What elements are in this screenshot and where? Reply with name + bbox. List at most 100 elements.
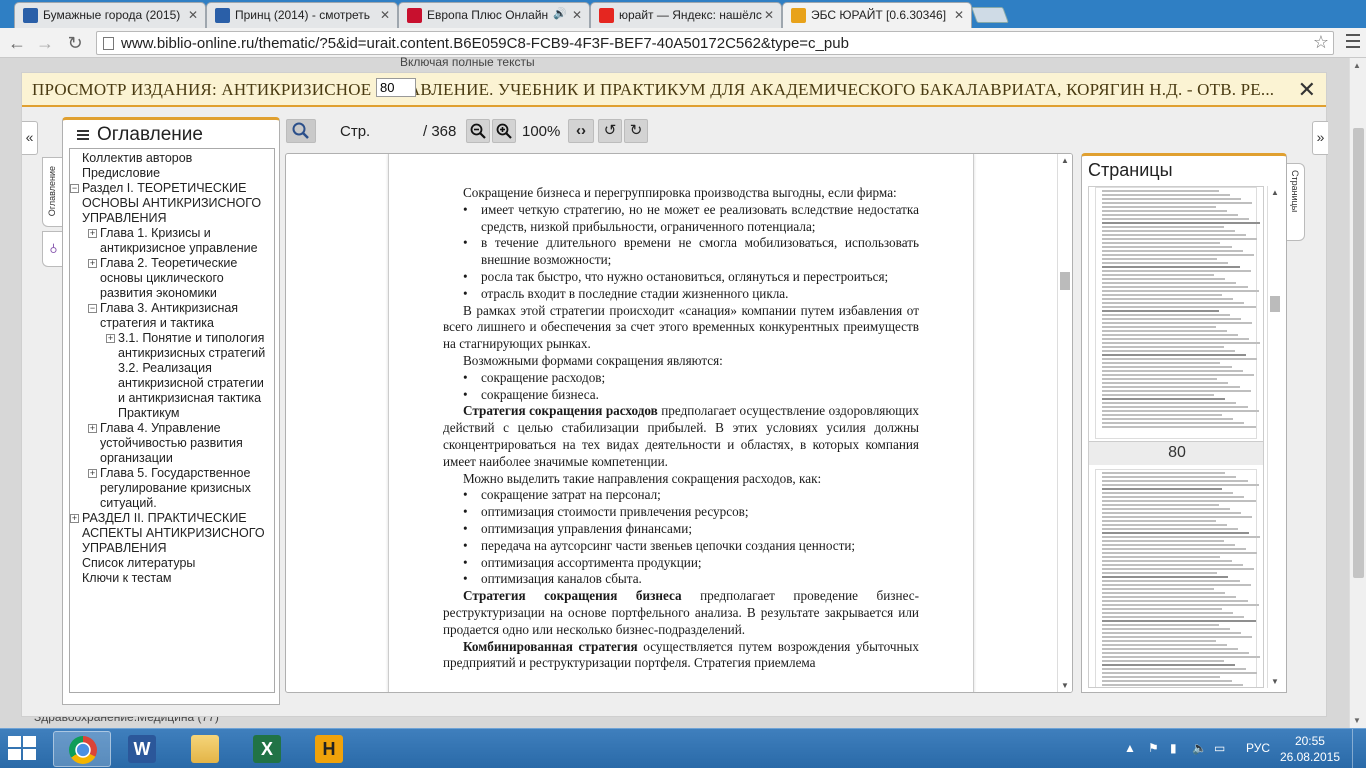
taskbar-h-app[interactable]: H bbox=[300, 731, 358, 767]
doc-paragraph: Стратегия сокращения бизнеса предполагае… bbox=[443, 588, 919, 637]
toc-item[interactable]: − Раздел I. ТЕОРЕТИЧЕСКИЕ ОСНОВЫ АНТИКРИЗ… bbox=[70, 181, 274, 226]
page-icon bbox=[103, 37, 114, 50]
toc-item[interactable]: Коллектив авторов bbox=[70, 151, 274, 166]
tab-close-icon[interactable]: ✕ bbox=[764, 8, 774, 22]
zoom-in-icon[interactable] bbox=[492, 119, 516, 143]
new-tab-button[interactable] bbox=[971, 7, 1009, 23]
tab-close-icon[interactable]: ✕ bbox=[954, 8, 964, 22]
thumbnail-text-line bbox=[1102, 282, 1237, 284]
viewer-scrollbar-thumb[interactable] bbox=[1060, 272, 1070, 290]
scroll-up-icon[interactable]: ▲ bbox=[1271, 188, 1279, 197]
toc-item[interactable]: Предисловие bbox=[70, 166, 274, 181]
expand-icon[interactable]: + bbox=[88, 469, 97, 478]
page-thumbnail-current[interactable] bbox=[1095, 187, 1261, 439]
toc-vertical-tab[interactable]: Оглавление bbox=[42, 157, 62, 227]
doc-bullet: имеет четкую стратегию, но не может ее р… bbox=[443, 202, 919, 236]
collapse-icon[interactable]: − bbox=[88, 304, 97, 313]
reload-icon[interactable]: ↻ bbox=[64, 32, 86, 54]
toc-item[interactable]: Список литературы bbox=[70, 556, 274, 571]
rotate-right-icon[interactable]: ↻ bbox=[624, 119, 648, 143]
language-indicator[interactable]: РУС bbox=[1246, 741, 1270, 755]
power-icon[interactable]: ▭ bbox=[1214, 741, 1225, 755]
bookmark-star-icon[interactable]: ☆ bbox=[1313, 32, 1329, 53]
toc-item[interactable]: 3.2. Реализация антикризисной стратегии … bbox=[70, 361, 274, 406]
expand-icon[interactable]: + bbox=[88, 259, 97, 268]
tab-close-icon[interactable]: ✕ bbox=[380, 8, 390, 22]
show-desktop-button[interactable] bbox=[1352, 729, 1366, 768]
tab-close-icon[interactable]: ✕ bbox=[572, 8, 582, 22]
tab-favicon-icon bbox=[599, 8, 614, 23]
thumbnail-text-line bbox=[1102, 314, 1230, 316]
thumbnail-text-line bbox=[1102, 266, 1240, 268]
collapse-icon[interactable]: − bbox=[70, 184, 79, 193]
flag-icon[interactable]: ⚑ bbox=[1148, 741, 1159, 755]
page-scrollbar-thumb[interactable] bbox=[1353, 128, 1364, 578]
expand-icon[interactable]: + bbox=[70, 514, 79, 523]
thumbnail-text-line bbox=[1102, 636, 1253, 638]
windows-start-icon[interactable] bbox=[8, 736, 38, 762]
page-scrollbar[interactable]: ▲ ▼ bbox=[1349, 58, 1366, 728]
browser-menu-icon[interactable] bbox=[1346, 34, 1360, 50]
volume-icon[interactable]: 🔈 bbox=[1192, 741, 1207, 755]
browser-tab-title: Бумажные города (2015) bbox=[43, 8, 181, 22]
toc-item[interactable]: + Глава 1. Кризисы и антикризисное управл… bbox=[70, 226, 274, 256]
toc-item[interactable]: Практикум bbox=[70, 406, 274, 421]
arrow-right-icon[interactable]: → bbox=[34, 32, 56, 54]
browser-tab-4[interactable]: юрайт — Яндекс: нашёлс ✕ bbox=[590, 2, 782, 28]
thumbnails-scrollbar-thumb[interactable] bbox=[1270, 296, 1280, 312]
thumbnail-text-line bbox=[1102, 680, 1232, 682]
toc-item[interactable]: − Глава 3. Антикризисная стратегия и такт… bbox=[70, 301, 274, 331]
thumbnail-text-line bbox=[1102, 568, 1254, 570]
network-icon[interactable]: ▮ bbox=[1170, 741, 1177, 755]
fit-width-icon[interactable]: ‹› bbox=[568, 119, 594, 143]
scroll-up-icon[interactable]: ▲ bbox=[1061, 156, 1069, 165]
toc-item-label: Глава 2. Теоретические основы циклическо… bbox=[100, 256, 238, 300]
thumbnail-text-line bbox=[1102, 496, 1245, 498]
scroll-down-icon[interactable]: ▼ bbox=[1271, 677, 1279, 686]
search-vertical-tab[interactable]: ⚲ bbox=[42, 231, 62, 267]
collapse-left-button[interactable]: « bbox=[22, 121, 38, 155]
browser-tab-1[interactable]: Бумажные города (2015) ✕ bbox=[14, 2, 206, 28]
scroll-down-icon[interactable]: ▼ bbox=[1353, 716, 1361, 725]
pages-vertical-tab[interactable]: Страницы bbox=[1287, 163, 1305, 241]
scroll-down-icon[interactable]: ▼ bbox=[1061, 681, 1069, 690]
page-number-input[interactable] bbox=[376, 78, 416, 97]
clock[interactable]: 20:55 26.08.2015 bbox=[1280, 733, 1340, 765]
thumbnail-text-line bbox=[1102, 504, 1219, 506]
thumbnail-text-line bbox=[1102, 414, 1222, 416]
document-viewer[interactable]: Сокращение бизнеса и перегруппировка про… bbox=[285, 153, 1073, 693]
toc-item[interactable]: + Глава 5. Государственное регулирование … bbox=[70, 466, 274, 511]
address-bar[interactable]: www.biblio-online.ru/thematic/?5&id=urai… bbox=[96, 31, 1334, 55]
browser-tab-3[interactable]: Европа Плюс Онлайн 🔊 ✕ bbox=[398, 2, 590, 28]
browser-tab-5-active[interactable]: ЭБС ЮРАЙТ [0.6.30346] ✕ bbox=[782, 2, 972, 28]
taskbar-word[interactable]: W bbox=[113, 731, 171, 767]
expand-icon[interactable]: + bbox=[88, 229, 97, 238]
browser-tab-2[interactable]: Принц (2014) - смотреть ✕ bbox=[206, 2, 398, 28]
toc-item[interactable]: + Глава 4. Управление устойчивостью разви… bbox=[70, 421, 274, 466]
expand-right-button[interactable]: » bbox=[1312, 121, 1328, 155]
page-thumbnail-next[interactable] bbox=[1095, 469, 1261, 687]
toc-item-label: РАЗДЕЛ II. ПРАКТИЧЕСКИЕ АСПЕКТЫ АНТИКРИЗ… bbox=[82, 511, 265, 555]
scroll-up-icon[interactable]: ▲ bbox=[1353, 61, 1361, 70]
toc-item[interactable]: + РАЗДЕЛ II. ПРАКТИЧЕСКИЕ АСПЕКТЫ АНТИКРИ… bbox=[70, 511, 274, 556]
toc-item[interactable]: + Глава 2. Теоретические основы циклическ… bbox=[70, 256, 274, 301]
toc-item[interactable]: Ключи к тестам bbox=[70, 571, 274, 586]
arrow-left-icon[interactable]: ← bbox=[6, 32, 28, 54]
tray-arrow-icon[interactable]: ▲ bbox=[1124, 741, 1136, 755]
taskbar-explorer[interactable] bbox=[176, 731, 234, 767]
thumbnails-scrollbar[interactable]: ▲ ▼ bbox=[1267, 186, 1281, 688]
viewer-scrollbar[interactable]: ▲ ▼ bbox=[1057, 154, 1072, 692]
tab-close-icon[interactable]: ✕ bbox=[188, 8, 198, 22]
search-icon[interactable] bbox=[286, 119, 316, 143]
expand-icon[interactable]: + bbox=[106, 334, 115, 343]
taskbar-excel[interactable]: X bbox=[238, 731, 296, 767]
doc-paragraph: Сокращение бизнеса и перегруппировка про… bbox=[463, 185, 897, 200]
rotate-left-icon[interactable]: ↺ bbox=[598, 119, 622, 143]
close-icon[interactable]: ✕ bbox=[1298, 77, 1316, 103]
zoom-out-icon[interactable] bbox=[466, 119, 490, 143]
expand-icon[interactable]: + bbox=[88, 424, 97, 433]
thumbnail-text-line bbox=[1102, 390, 1251, 392]
toc-item[interactable]: +3.1. Понятие и типология антикризисных … bbox=[70, 331, 274, 361]
folder-icon bbox=[191, 735, 219, 763]
taskbar-chrome[interactable] bbox=[53, 731, 111, 767]
